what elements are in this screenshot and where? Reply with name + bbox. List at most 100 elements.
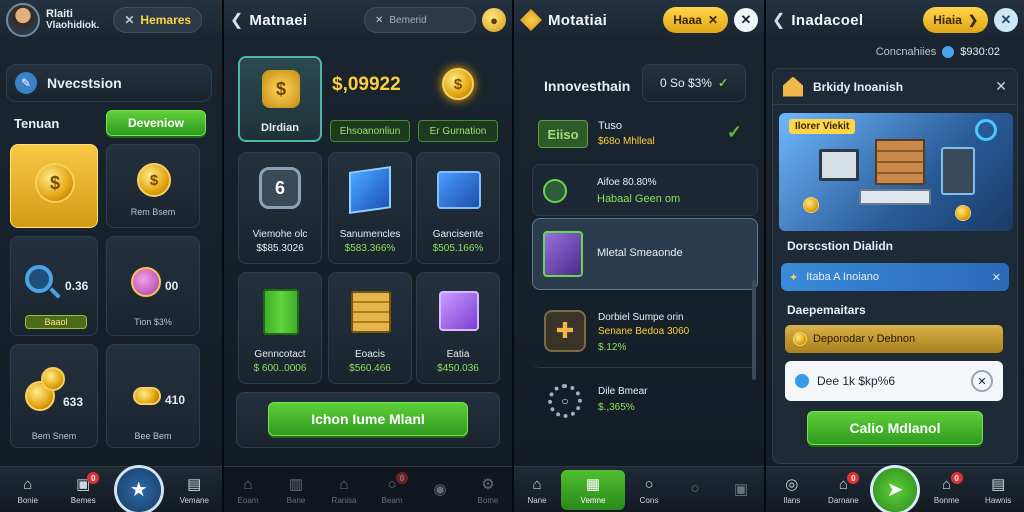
crate-icon xyxy=(875,139,925,185)
header-pill[interactable]: ✕ Hemares xyxy=(113,7,203,33)
item-card-5[interactable]: 633 Bem Snem xyxy=(10,344,98,448)
computer-icon xyxy=(819,149,859,181)
close-icon: ✕ xyxy=(124,13,135,27)
item-card-2[interactable]: $ Rem Bsem xyxy=(106,144,200,228)
nav-medal[interactable]: ◉ xyxy=(418,479,462,501)
keyboard-icon xyxy=(859,189,931,205)
settings-icon: ⚙ xyxy=(481,476,495,493)
header-pill[interactable]: Haaa ✕ xyxy=(663,7,728,33)
back-icon[interactable]: ❮ xyxy=(230,10,243,30)
scrollbar[interactable] xyxy=(752,280,756,380)
featured-card[interactable]: $ Dlrdian xyxy=(238,56,322,142)
server-icon xyxy=(941,147,975,195)
option-button-b[interactable]: Er Gurnation xyxy=(418,120,498,142)
list-row[interactable]: ○ Dile Bmear $.,365% xyxy=(532,372,758,442)
close-icon[interactable]: ✕ xyxy=(994,8,1018,32)
header-pill[interactable]: Hiaia ❯ xyxy=(923,7,988,33)
detail-card: Brkidy Inoanish ✕ Ilorer Viekit Dorscsti… xyxy=(772,68,1018,464)
nav-search[interactable]: ○ Beam 0 xyxy=(370,472,414,505)
item-card-4[interactable]: 00 Tion $3% xyxy=(106,236,200,336)
coin-icon xyxy=(955,205,971,221)
item-caption: Rem Bsem xyxy=(130,207,176,217)
close-icon[interactable]: ✕ xyxy=(995,78,1007,95)
item-price: $560.466 xyxy=(349,363,391,374)
nav-list[interactable]: ▤ Hawnis xyxy=(976,474,1020,505)
item-caption: Viemohe olc xyxy=(252,229,308,240)
nav-home[interactable]: ⌂ Bonie xyxy=(6,474,50,506)
tab-button[interactable]: Deveniow xyxy=(106,110,206,136)
user-subtitle: Vlaohidiok. xyxy=(46,20,100,31)
item-gold-card[interactable]: $ xyxy=(10,144,98,228)
nav-shop[interactable]: ▥ Bane xyxy=(274,474,318,505)
stat-chip[interactable]: 0 So $3% ✓ xyxy=(642,64,746,102)
panel-inventory: ❮ Inadacoel Hiaia ❯ ✕ Concnahiies $930:0… xyxy=(766,0,1024,512)
star-fab-button[interactable]: ★ xyxy=(116,467,161,512)
market-item-2[interactable]: Sanumencles $583.366% xyxy=(328,152,412,264)
nav-search[interactable]: ○ xyxy=(673,479,717,501)
panel-innovation: Motatiai Haaa ✕ ✕ Innovesthain 0 So $3% … xyxy=(514,0,764,512)
gear-coin-icon: $ xyxy=(442,68,474,100)
close-icon[interactable]: ✕ xyxy=(734,8,758,32)
top-bar: Rlaiti Vlaohidiok. ✕ Hemares xyxy=(0,0,222,40)
tab-label[interactable]: Tenuan xyxy=(14,116,59,131)
item-card-3[interactable]: 0.36 Baaol xyxy=(10,236,98,336)
coin-icon xyxy=(793,332,807,346)
nav-settings[interactable]: ⚙ Bome xyxy=(466,474,510,505)
market-item-4[interactable]: Genncotact $ 600..0006 xyxy=(238,272,322,384)
notify-bar[interactable]: ✦ Itaba A Inoiano ✕ xyxy=(781,263,1009,291)
location-icon[interactable]: ● xyxy=(482,8,506,32)
item-value: 00 xyxy=(165,279,179,293)
list-row[interactable]: ✚ Dorbiel Sumpe orin Senane Bedoa 3060 $… xyxy=(532,298,758,368)
panel-investment: Rlaiti Vlaohidiok. ✕ Hemares ✎ Nvecstsio… xyxy=(0,0,222,512)
nav-grid[interactable]: ▣ xyxy=(719,479,763,501)
house-icon: ⌂ xyxy=(339,475,349,493)
confirm-button[interactable]: Calio Mdlanol xyxy=(807,411,983,445)
item-price: $ 600..0006 xyxy=(253,363,307,374)
bottom-nav: ◎ Ilans ⌂ Darnane 0 ➤ ⌂ Bonme 0 ▤ Hawnis xyxy=(766,466,1024,512)
market-item-5[interactable]: Eoacis $560.466 xyxy=(328,272,412,384)
search-icon: ○ xyxy=(690,480,700,497)
list-row[interactable]: Aifoe 80.80% Habaal Geen om xyxy=(532,164,758,216)
page-title: Motatiai xyxy=(548,11,608,29)
option-selected[interactable]: Dee 1k $kp%6 ✕ xyxy=(785,361,1003,401)
nav-compass[interactable]: ◎ Ilans xyxy=(770,474,814,505)
nav-house[interactable]: ⌂ Ranisa xyxy=(322,474,366,506)
nav-home[interactable]: ⌂ Eoam xyxy=(226,474,270,506)
market-item-3[interactable]: Gancisente $505.166% xyxy=(416,152,500,264)
market-item-1[interactable]: 6 Viemohe olc $$85.3026 xyxy=(238,152,322,264)
check-icon: ✓ xyxy=(726,122,742,142)
coin-icon: $ xyxy=(35,163,75,203)
option-button-a[interactable]: Ehsoanonliun xyxy=(330,120,410,142)
nav-house[interactable]: ⌂ Darnane 0 xyxy=(821,472,865,505)
nav-coins[interactable]: ○ Cons xyxy=(627,474,671,506)
close-icon: ✕ xyxy=(375,14,384,26)
nav-wallet[interactable]: ▤ Vemane xyxy=(172,474,216,505)
option-gold[interactable]: Deporodar v Debnon xyxy=(785,325,1003,353)
close-icon[interactable]: ✕ xyxy=(992,271,1001,284)
nav-map[interactable]: ▦ Vemne xyxy=(561,469,625,510)
nav-home[interactable]: ⌂ Nane xyxy=(515,474,559,506)
item-price: $450.036 xyxy=(437,363,479,374)
home-icon: ⌂ xyxy=(243,475,253,493)
list-row[interactable]: Eiiso Tuso $68o Mhlleal ✓ xyxy=(532,110,748,160)
nav-home[interactable]: ⌂ Bonme 0 xyxy=(925,472,969,505)
featured-label: Dlrdian xyxy=(261,122,299,134)
nav-store[interactable]: ▣ Bemes 0 xyxy=(61,472,105,505)
coins-icon xyxy=(133,387,161,405)
market-item-6[interactable]: Eatia $450.036 xyxy=(416,272,500,384)
coin-stack-icon-2 xyxy=(41,367,65,391)
list-row-selected[interactable]: Mletal Smeaonde xyxy=(532,218,758,290)
main-action-button[interactable]: Ichon Iume Mlanl xyxy=(268,402,468,436)
item-caption: Bem Snem xyxy=(31,431,77,441)
send-fab-button[interactable]: ➤ xyxy=(872,467,917,512)
top-bar: ❮ Matnaei ✕ Bemerid ● xyxy=(224,0,512,40)
gear-coin-icon: $ xyxy=(137,163,171,197)
search-field[interactable]: ✕ Bemerid xyxy=(364,7,476,33)
close-icon[interactable]: ✕ xyxy=(971,370,993,392)
item-sub: Tion $3% xyxy=(134,317,172,327)
avatar[interactable] xyxy=(6,3,40,37)
item-card-6[interactable]: 410 Bee Bem xyxy=(106,344,200,448)
item-small-button[interactable]: Baaol xyxy=(25,315,87,329)
list-icon: ▤ xyxy=(991,476,1006,493)
back-icon[interactable]: ❮ xyxy=(772,10,785,30)
